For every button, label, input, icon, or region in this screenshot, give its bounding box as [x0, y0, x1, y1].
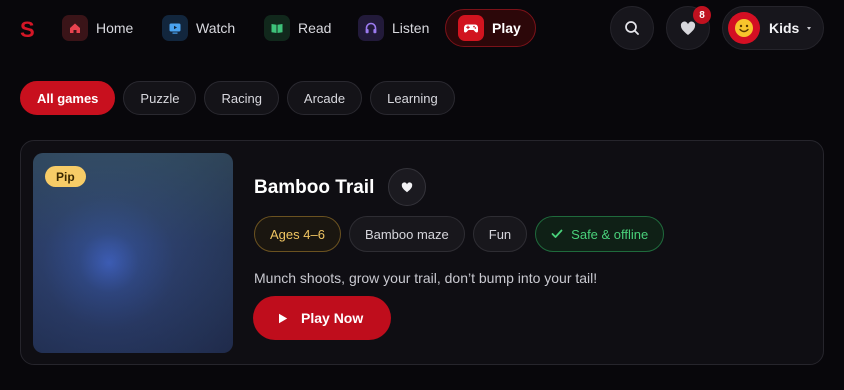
play-now-label: Play Now: [301, 310, 364, 326]
favorites-button[interactable]: 8: [666, 6, 711, 50]
tv-icon: [162, 15, 188, 41]
game-thumbnail[interactable]: Pip: [33, 153, 233, 353]
favorite-game-button[interactable]: [388, 168, 426, 206]
smiley-face-icon: [735, 19, 753, 37]
nav-play[interactable]: Play: [445, 9, 536, 47]
safety-tag-label: Safe & offline: [571, 226, 649, 242]
genre-tag: Bamboo maze: [348, 216, 465, 252]
nav-watch[interactable]: Watch: [162, 9, 243, 47]
search-button[interactable]: [610, 6, 654, 50]
age-tag: Ages 4–6: [254, 216, 341, 252]
game-description: Munch shoots, grow your trail, don’t bum…: [254, 270, 598, 286]
game-title: Bamboo Trail: [254, 177, 375, 198]
game-tags: Ages 4–6 Bamboo maze Fun Safe & offline: [254, 216, 665, 252]
nav-home[interactable]: Home: [62, 9, 141, 47]
nav-home-label: Home: [96, 20, 134, 36]
avatar: [728, 12, 760, 44]
filter-arcade[interactable]: Arcade: [286, 81, 363, 115]
check-icon: [551, 229, 563, 238]
category-filters: All games Puzzle Racing Arcade Learning: [20, 81, 455, 115]
favorites-count-badge: 8: [693, 6, 711, 24]
character-badge: Pip: [45, 166, 86, 187]
filter-puzzle[interactable]: Puzzle: [123, 81, 197, 115]
nav-watch-label: Watch: [196, 20, 236, 36]
nav-read[interactable]: Read: [264, 9, 339, 47]
filter-all-games[interactable]: All games: [20, 81, 116, 115]
search-icon: [625, 21, 639, 35]
headphones-icon: [358, 15, 384, 41]
home-icon: [62, 15, 88, 41]
profile-label: Kids: [769, 20, 800, 36]
play-icon: [279, 313, 288, 323]
profile-menu[interactable]: Kids: [722, 6, 824, 50]
filter-learning[interactable]: Learning: [370, 81, 455, 115]
app-logo[interactable]: S: [20, 17, 35, 43]
heart-icon: [401, 181, 413, 192]
heart-icon: [680, 21, 696, 35]
gamepad-icon: [458, 15, 484, 41]
featured-game-card: Pip Bamboo Trail Ages 4–6 Bamboo maze Fu…: [20, 140, 824, 365]
book-icon: [264, 15, 290, 41]
filter-racing[interactable]: Racing: [204, 81, 279, 115]
mood-tag: Fun: [472, 216, 528, 252]
play-now-button[interactable]: Play Now: [253, 296, 391, 340]
safety-tag: Safe & offline: [535, 216, 665, 252]
nav-listen-label: Listen: [392, 20, 430, 36]
nav-play-label: Play: [492, 20, 521, 36]
chevron-down-icon: [807, 26, 812, 30]
nav-listen[interactable]: Listen: [358, 9, 437, 47]
nav-read-label: Read: [298, 20, 332, 36]
